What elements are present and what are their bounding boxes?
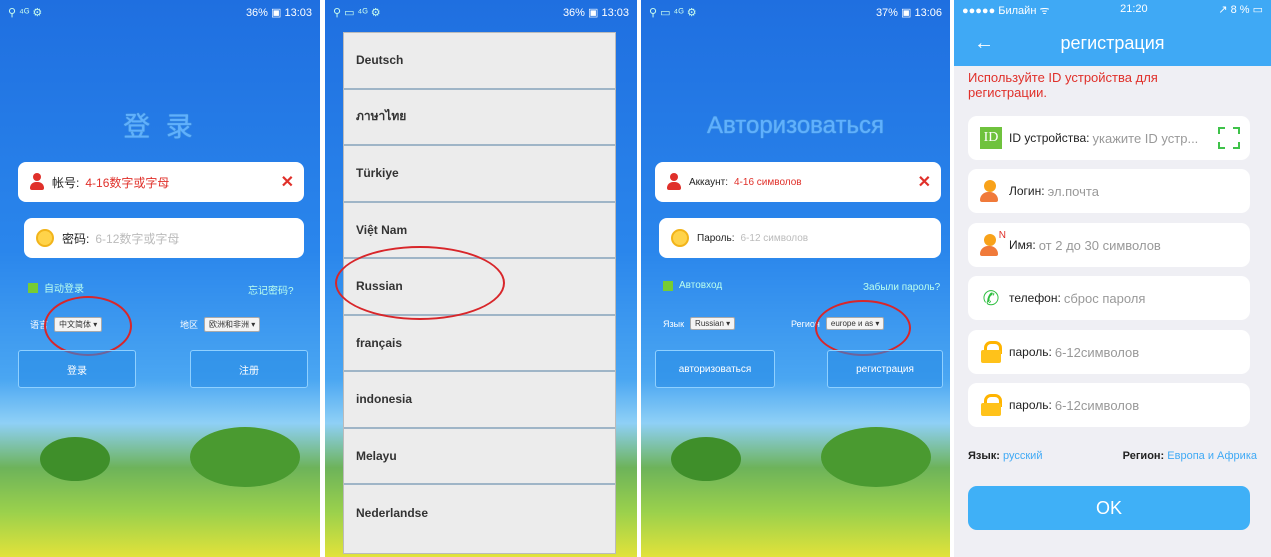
landscape-image [641, 407, 950, 557]
highlight-circle [44, 296, 132, 356]
login-field[interactable]: Логин: эл.почта [968, 169, 1250, 213]
lock-icon [671, 229, 689, 247]
highlight-circle [335, 246, 505, 320]
password-placeholder: 6-12символов [1054, 344, 1140, 360]
autologin-label: Автовход [679, 280, 723, 291]
region-dropdown[interactable]: 欧洲和非洲 ▾ [204, 317, 261, 332]
user-name-icon: N [980, 230, 1006, 256]
list-item[interactable]: Deutsch [344, 33, 615, 90]
user-icon [667, 173, 681, 191]
clear-icon[interactable]: ✕ [281, 172, 294, 192]
highlight-circle [815, 300, 911, 356]
language-dropdown[interactable]: Russian ▾ [690, 317, 736, 330]
password-label: пароль: [1009, 345, 1052, 359]
status-bar: ⚲ ⁴ᴳ ⚙ 36% ▣ 13:03 [8, 7, 312, 19]
language-select[interactable]: Язык Russian ▾ [663, 317, 736, 330]
user-icon [980, 180, 1002, 202]
list-item[interactable]: Melayu [344, 429, 615, 485]
lock-icon [980, 394, 1002, 416]
account-field[interactable]: Аккаунт: 4-16 символов ✕ [655, 162, 941, 202]
registration-screen: ●●●●● Билайн ᯤ 21:20 ↗ 8 % ▭ ← регистрация … [954, 0, 1271, 557]
language-picker-screen: ⚲ ▭ ⁴ᴳ ⚙ 36% ▣ 13:03 Deutsch ภาษาไทย Türk… [325, 0, 637, 557]
page-title: регистрация [1060, 32, 1165, 53]
register-button[interactable]: 注册 [190, 350, 308, 388]
login-screen-chinese: ⚲ ⁴ᴳ ⚙ 36% ▣ 13:03 登 录 帐号: 4-16数字或字母 ✕ 密码… [0, 0, 320, 557]
region-label: 地区 [180, 320, 199, 330]
checkbox-icon [28, 282, 38, 293]
status-bar: ●●●●● Билайн ᯤ 21:20 ↗ 8 % ▭ [954, 0, 1271, 20]
page-title: Авторизоваться [707, 112, 884, 139]
qr-scan-icon[interactable] [1218, 127, 1240, 149]
password-field[interactable]: пароль: 6-12символов [968, 330, 1250, 374]
confirm-password-label: пароль: [1009, 398, 1052, 412]
region-select[interactable]: 地区 欧洲和非洲 ▾ [180, 317, 261, 332]
list-item[interactable]: Nederlandse [344, 485, 615, 542]
login-label: Логин: [1009, 184, 1045, 198]
account-label: Аккаунт: [689, 176, 728, 188]
account-field[interactable]: 帐号: 4-16数字或字母 ✕ [18, 162, 304, 202]
password-field[interactable]: 密码: 6-12数字或字母 [24, 218, 304, 258]
account-label: 帐号: [52, 175, 80, 190]
device-id-label: ID устройства: [1009, 131, 1090, 145]
landscape-image [0, 407, 320, 557]
status-bar: ⚲ ▭ ⁴ᴳ ⚙ 37% ▣ 13:06 [649, 7, 942, 19]
confirm-password-field[interactable]: пароль: 6-12символов [968, 383, 1250, 427]
phone-field[interactable]: ✆ телефон: сброс пароля [968, 276, 1250, 320]
register-button[interactable]: регистрация [827, 350, 943, 388]
autologin-label: 自动登录 [44, 284, 84, 295]
login-button[interactable]: 登录 [18, 350, 136, 388]
device-id-field[interactable]: ID ID устройства: укажите ID устр... [968, 116, 1250, 160]
region-label: Регион: [1122, 450, 1165, 462]
login-placeholder: эл.почта [1047, 183, 1099, 199]
user-icon [30, 173, 44, 191]
language-label: Язык [663, 318, 685, 329]
list-item[interactable]: indonesia [344, 372, 615, 429]
confirm-password-placeholder: 6-12символов [1054, 397, 1140, 413]
device-id-placeholder: укажите ID устр... [1092, 130, 1199, 146]
password-placeholder: 6-12 символов [740, 232, 809, 244]
name-placeholder: от 2 до 30 символов [1038, 237, 1161, 253]
password-label: Пароль: [697, 232, 735, 244]
forgot-password-link[interactable]: Забыли пароль? [863, 282, 940, 293]
registration-hint: Используйте ID устройства для регистраци… [968, 70, 1158, 100]
account-placeholder: 4-16数字或字母 [85, 175, 170, 190]
password-field[interactable]: Пароль: 6-12 символов [659, 218, 941, 258]
checkbox-icon [663, 280, 673, 291]
region-value[interactable]: Европа и Африка [1167, 450, 1257, 462]
language-select[interactable]: Язык: русский [968, 450, 1042, 462]
list-item[interactable]: Türkiye [344, 146, 615, 203]
list-item[interactable]: français [344, 316, 615, 372]
phone-label: телефон: [1009, 291, 1061, 305]
language-region-row: Язык: русский Регион: Европа и Африка [968, 450, 1257, 462]
lock-icon [36, 229, 54, 247]
language-value[interactable]: русский [1003, 450, 1042, 462]
region-select[interactable]: Регион: Европа и Африка [1123, 450, 1257, 462]
back-arrow-icon[interactable]: ← [974, 32, 994, 55]
lock-icon [980, 341, 1002, 363]
language-label: Язык: [968, 450, 1000, 462]
id-icon: ID [980, 127, 1002, 149]
forgot-password-link[interactable]: 忘记密码? [248, 282, 294, 297]
phone-placeholder: сброс пароля [1063, 290, 1146, 306]
password-placeholder: 6-12数字或字母 [95, 231, 180, 246]
autologin-checkbox[interactable]: Автовход [663, 280, 722, 291]
status-bar: ⚲ ▭ ⁴ᴳ ⚙ 36% ▣ 13:03 [333, 7, 629, 19]
name-field[interactable]: N Имя: от 2 до 30 символов [968, 223, 1250, 267]
list-item[interactable]: ภาษาไทย [344, 90, 615, 146]
nav-bar: ← регистрация [954, 20, 1271, 66]
page-title: 登 录 [123, 112, 197, 142]
ok-button[interactable]: OK [968, 486, 1250, 530]
login-button[interactable]: авторизоваться [655, 350, 775, 388]
login-screen-russian: ⚲ ▭ ⁴ᴳ ⚙ 37% ▣ 13:06 Авторизоваться Аккау… [641, 0, 950, 557]
password-label: 密码: [62, 231, 90, 246]
name-label: Имя: [1009, 238, 1036, 252]
clear-icon[interactable]: ✕ [918, 172, 931, 192]
account-placeholder: 4-16 символов [733, 176, 802, 188]
phone-icon: ✆ [982, 287, 1000, 310]
autologin-checkbox[interactable]: 自动登录 [28, 280, 84, 295]
